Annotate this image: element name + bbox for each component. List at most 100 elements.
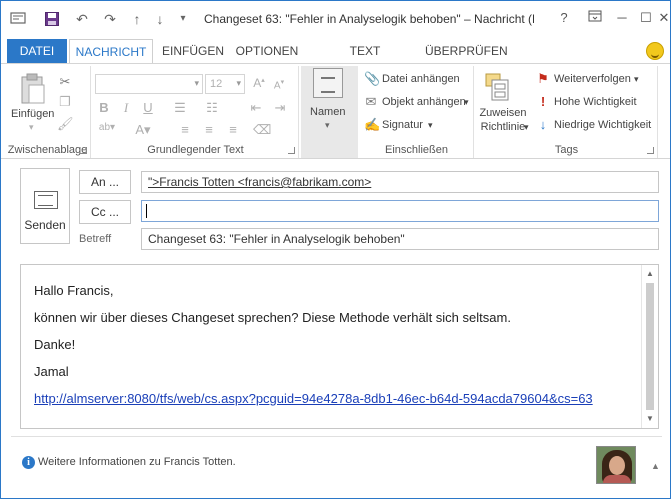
high-importance-button[interactable]: Hohe Wichtigkeit bbox=[554, 96, 637, 108]
window-title: Changeset 63: "Fehler in Analyselogik be… bbox=[204, 12, 534, 26]
low-importance-icon: ↓ bbox=[539, 117, 547, 132]
attach-item-button[interactable]: Objekt anhängen bbox=[382, 96, 466, 108]
minimize-button[interactable]: ─ bbox=[612, 10, 632, 26]
names-dropdown-icon[interactable]: ▾ bbox=[325, 120, 330, 131]
body-scrollbar[interactable]: ▲ ▼ bbox=[641, 265, 658, 428]
subject-label: Betreff bbox=[79, 233, 112, 245]
tab-file[interactable]: DATEI bbox=[7, 39, 67, 63]
align-left-icon[interactable]: ≡ bbox=[177, 122, 193, 137]
cc-field[interactable] bbox=[141, 200, 659, 222]
message-app-icon[interactable] bbox=[9, 11, 27, 27]
subject-field[interactable]: Changeset 63: "Fehler in Analyselogik be… bbox=[141, 228, 659, 250]
bold-icon[interactable]: B bbox=[97, 100, 111, 115]
ribbon-display-options-button[interactable] bbox=[585, 10, 605, 26]
signature-dropdown-icon[interactable]: ▾ bbox=[428, 120, 433, 131]
customize-quick-access-icon[interactable]: ▾ bbox=[174, 11, 192, 27]
signature-icon: ✍ bbox=[364, 117, 381, 132]
include-group-label: Einschließen bbox=[385, 144, 448, 156]
copy-icon[interactable]: ❐ bbox=[57, 94, 73, 110]
scroll-down-icon[interactable]: ▼ bbox=[642, 412, 658, 426]
people-pane: i Weitere Informationen zu Francis Totte… bbox=[11, 436, 662, 491]
changeset-link[interactable]: http://almserver:8080/tfs/web/cs.aspx?pc… bbox=[34, 391, 593, 406]
basic-text-group: ▾ 12 ▾ A▴ A▾ B I U ☰ ☷ ⇤ ⇥ ab▾ A▾ ≡ ≡ ≡ ⌫… bbox=[93, 66, 299, 158]
follow-up-button[interactable]: Weiterverfolgen bbox=[554, 73, 631, 85]
paperclip-icon: 📎 bbox=[364, 71, 381, 86]
body-line: können wir über dieses Changeset spreche… bbox=[34, 310, 511, 325]
subject-value: Changeset 63: "Fehler in Analyselogik be… bbox=[148, 232, 405, 246]
paste-icon[interactable] bbox=[19, 72, 47, 106]
format-painter-icon[interactable]: 🖌 bbox=[57, 116, 74, 132]
arrow-down-icon[interactable]: ↓ bbox=[151, 11, 169, 27]
decrease-indent-icon[interactable]: ⇤ bbox=[247, 100, 265, 116]
assign-policy-button[interactable]: Zuweisen Richtlinie bbox=[478, 106, 528, 134]
follow-up-dropdown-icon[interactable]: ▾ bbox=[634, 74, 639, 85]
attach-file-button[interactable]: Datei anhängen bbox=[382, 73, 460, 85]
underline-icon[interactable]: U bbox=[141, 100, 155, 115]
ribbon: Einfügen ▾ ✂ ❐ 🖌 Zwischenablage ▾ 12 ▾ A▴… bbox=[1, 63, 670, 159]
font-name-combo[interactable]: ▾ bbox=[95, 74, 203, 94]
clear-formatting-icon[interactable]: ⌫ bbox=[253, 122, 271, 138]
feedback-smiley-icon[interactable] bbox=[646, 42, 664, 60]
outlook-message-window: ↶ ↷ ↑ ↓ ▾ Changeset 63: "Fehler in Analy… bbox=[0, 0, 671, 499]
to-button[interactable]: An ... bbox=[79, 170, 131, 194]
increase-indent-icon[interactable]: ⇥ bbox=[271, 100, 289, 116]
save-icon[interactable] bbox=[43, 11, 61, 27]
attach-item-dropdown-icon[interactable]: ▾ bbox=[464, 97, 469, 108]
flag-icon: ⚑ bbox=[537, 71, 549, 86]
align-right-icon[interactable]: ≡ bbox=[225, 122, 241, 137]
tab-format-text[interactable]: TEXT FORMATIEREN bbox=[311, 39, 419, 82]
tags-group-label: Tags bbox=[554, 144, 579, 156]
basic-text-group-label: Grundlegender Text bbox=[147, 144, 244, 156]
low-importance-button[interactable]: Niedrige Wichtigkeit bbox=[554, 119, 651, 131]
high-importance-icon: ! bbox=[540, 94, 546, 109]
assign-policy-dropdown-icon[interactable]: ▾ bbox=[524, 122, 529, 133]
italic-icon[interactable]: I bbox=[119, 100, 133, 116]
signature-button[interactable]: Signatur bbox=[382, 119, 423, 131]
font-color-icon[interactable]: A▾ bbox=[133, 122, 153, 138]
paste-button[interactable]: Einfügen bbox=[11, 108, 54, 120]
numbering-icon[interactable]: ☷ bbox=[203, 100, 221, 116]
undo-icon[interactable]: ↶ bbox=[73, 11, 91, 27]
cut-icon[interactable]: ✂ bbox=[57, 74, 73, 90]
people-info-text[interactable]: Weitere Informationen zu Francis Totten. bbox=[38, 456, 236, 468]
redo-icon[interactable]: ↷ bbox=[101, 11, 119, 27]
paste-dropdown-icon[interactable]: ▾ bbox=[29, 122, 34, 133]
highlight-icon[interactable]: ab▾ bbox=[97, 122, 117, 133]
maximize-button[interactable]: ☐ bbox=[636, 10, 656, 26]
close-button[interactable]: ✕ bbox=[657, 10, 671, 26]
grow-font-icon[interactable]: A▴ bbox=[251, 76, 267, 90]
to-field[interactable]: ">Francis Totten <francis@fabrikam.com> bbox=[141, 171, 659, 193]
tab-insert[interactable]: EINFÜGEN bbox=[161, 39, 225, 63]
people-pane-toggle-icon[interactable]: ▲ bbox=[651, 461, 660, 471]
include-group: 📎 Datei anhängen ✉ Objekt anhängen ▾ ✍ S… bbox=[360, 66, 474, 158]
font-size-combo[interactable]: 12 ▾ bbox=[205, 74, 245, 94]
basic-text-launcher-icon[interactable] bbox=[288, 147, 295, 154]
to-recipient[interactable]: ">Francis Totten <francis@fabrikam.com> bbox=[148, 175, 371, 189]
bullets-icon[interactable]: ☰ bbox=[171, 100, 189, 116]
assign-policy-icon[interactable] bbox=[484, 70, 510, 102]
help-button[interactable]: ? bbox=[554, 10, 574, 26]
attach-item-icon: ✉ bbox=[365, 94, 377, 109]
tags-launcher-icon[interactable] bbox=[647, 147, 654, 154]
address-book-icon[interactable] bbox=[313, 68, 343, 98]
clipboard-launcher-icon[interactable] bbox=[80, 147, 87, 154]
cc-button[interactable]: Cc ... bbox=[79, 200, 131, 224]
shrink-font-icon[interactable]: A▾ bbox=[271, 78, 287, 91]
avatar[interactable] bbox=[596, 446, 636, 484]
align-center-icon[interactable]: ≡ bbox=[201, 122, 217, 137]
title-bar: ↶ ↷ ↑ ↓ ▾ Changeset 63: "Fehler in Analy… bbox=[1, 1, 670, 37]
tab-options[interactable]: OPTIONEN bbox=[233, 39, 301, 63]
tags-group: Zuweisen Richtlinie ▾ ⚑ Weiterverfolgen … bbox=[476, 66, 658, 158]
message-body[interactable]: Hallo Francis, können wir über dieses Ch… bbox=[20, 264, 659, 429]
scroll-thumb[interactable] bbox=[646, 283, 654, 410]
send-button[interactable]: Senden bbox=[20, 168, 70, 244]
tab-message[interactable]: NACHRICHT bbox=[69, 39, 153, 64]
arrow-up-icon[interactable]: ↑ bbox=[128, 11, 146, 27]
names-button[interactable]: Namen bbox=[310, 106, 345, 118]
font-size-value: 12 bbox=[210, 78, 223, 90]
send-envelope-icon bbox=[34, 191, 58, 209]
clipboard-group-label: Zwischenablage bbox=[7, 144, 88, 156]
text-cursor bbox=[146, 204, 147, 218]
scroll-up-icon[interactable]: ▲ bbox=[642, 267, 658, 281]
tab-review[interactable]: ÜBERPRÜFEN bbox=[425, 39, 508, 63]
